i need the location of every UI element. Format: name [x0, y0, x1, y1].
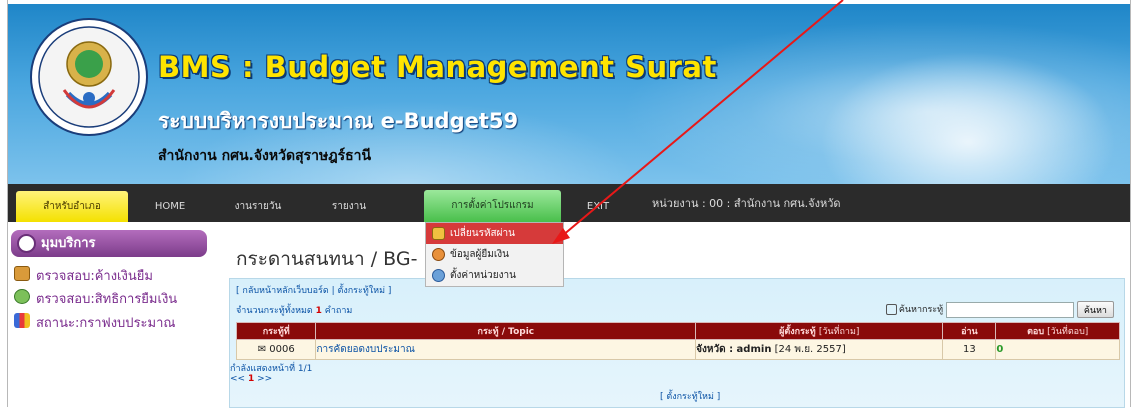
dropdown-borrower-info[interactable]: ข้อมูลผู้ยืมเงิน: [426, 244, 563, 265]
search-button[interactable]: ค้นหา: [1076, 301, 1114, 318]
chart-icon: [14, 313, 30, 328]
gear-icon: [432, 269, 445, 282]
settings-dropdown: เปลี่ยนรหัสผ่าน ข้อมูลผู้ยืมเงิน ตั้งค่า…: [425, 222, 564, 287]
user-icon: [432, 248, 445, 261]
box-icon: [14, 266, 30, 281]
menu-program-settings[interactable]: การตั้งค่าโปรแกรม: [424, 190, 561, 222]
webboard-panel: [ กลับหน้าหลักเว็บบอร์ด | ตั้งกระทู้ใหม่…: [229, 278, 1125, 408]
topic-search: ค้นหากระทู้ ค้นหา: [885, 301, 1114, 318]
menu-exit[interactable]: EXIT: [576, 184, 620, 222]
dropdown-item-label: ข้อมูลผู้ยืมเงิน: [450, 249, 510, 260]
dropdown-item-label: ตั้งค่าหน่วยงาน: [450, 270, 516, 281]
dropdown-item-label: เปลี่ยนรหัสผ่าน: [450, 228, 515, 239]
sidebar-header: มุมบริการ: [11, 230, 207, 257]
envelope-icon: ✉: [257, 344, 267, 355]
col-reads: อ่าน: [942, 322, 997, 340]
sidebar-link-label: ตรวจสอบ:สิทธิการยืมเงิน: [36, 292, 178, 307]
col-topic-no: กระทู้ที่: [235, 322, 317, 340]
office-name: สำนักงาน กศน.จังหวัดสุราษฎร์ธานี: [158, 148, 372, 164]
col-replies: ตอบ [วันที่ตอบ]: [995, 322, 1120, 340]
topic-replies: 0: [995, 339, 1120, 360]
col-topic: กระทู้ / Topic: [315, 322, 697, 340]
pager-current[interactable]: 1: [248, 374, 254, 384]
sidebar-header-label: มุมบริการ: [41, 236, 96, 251]
key-icon: [432, 227, 445, 240]
topics-table: กระทู้ที่ กระทู้ / Topic ผู้ตั้งกระทู้ […: [235, 322, 1120, 360]
sidebar-link-label: สถานะ:กราฟงบประมาณ: [36, 316, 176, 331]
pagination: กำลังแสดงหน้าที่ 1/1 << 1 >>: [230, 364, 312, 384]
site-title: BMS : Budget Management Surat: [158, 50, 717, 84]
agency-seal-logo: [30, 18, 148, 136]
col-author: ผู้ตั้งกระทู้ [วันที่ถาม]: [695, 322, 944, 340]
topic-link[interactable]: การคัดยอดงบประมาณ: [315, 339, 697, 360]
pager-prev[interactable]: <<: [230, 374, 245, 384]
coins-icon: [14, 289, 30, 304]
site-subtitle: ระบบบริหารงบประมาณ e-Budget59: [158, 109, 519, 133]
sidebar-link-outstanding-loans[interactable]: ตรวจสอบ:ค้างเงินยืม: [14, 265, 153, 286]
new-topic-link-bottom[interactable]: [ ตั้งกระทู้ใหม่ ]: [660, 389, 720, 403]
pager-info: กำลังแสดงหน้าที่ 1/1: [230, 364, 313, 374]
header-banner: BMS : Budget Management Surat ระบบบริหาร…: [8, 4, 1130, 184]
menu-home[interactable]: HOME: [140, 184, 200, 222]
main-menu-bar: สำหรับอำเภอ HOME งานรายวัน รายงาน การตั้…: [8, 184, 1130, 222]
topic-reads: 13: [942, 339, 997, 360]
table-row: ✉ 0006 การคัดยอดงบประมาณ จังหวัด : admin…: [235, 339, 1120, 360]
sidebar-link-budget-graph[interactable]: สถานะ:กราฟงบประมาณ: [14, 312, 175, 333]
menu-report[interactable]: รายงาน: [314, 184, 384, 222]
topic-count: จำนวนกระทู้ทั้งหมด 1 คำถาม: [236, 306, 353, 316]
sidebar-link-label: ตรวจสอบ:ค้างเงินยืม: [36, 269, 153, 284]
search-label: ค้นหากระทู้: [898, 305, 944, 315]
topic-no: ✉ 0006: [235, 339, 317, 360]
search-icon: [885, 304, 897, 315]
service-icon: [17, 234, 36, 253]
dropdown-unit-settings[interactable]: ตั้งค่าหน่วยงาน: [426, 265, 563, 286]
menu-district[interactable]: สำหรับอำเภอ: [16, 191, 128, 222]
board-nav-links[interactable]: [ กลับหน้าหลักเว็บบอร์ด | ตั้งกระทู้ใหม่…: [236, 283, 391, 297]
topic-author: จังหวัด : admin [24 พ.ย. 2557]: [695, 339, 944, 360]
sidebar-link-loan-rights[interactable]: ตรวจสอบ:สิทธิการยืมเงิน: [14, 288, 177, 309]
page-frame: BMS : Budget Management Surat ระบบบริหาร…: [7, 0, 1131, 408]
pager-next[interactable]: >>: [257, 374, 272, 384]
search-input[interactable]: [945, 301, 1074, 318]
unit-label: หน่วยงาน : 00 : สำนักงาน กศน.จังหวัด: [652, 197, 841, 210]
dropdown-change-password[interactable]: เปลี่ยนรหัสผ่าน: [426, 223, 563, 244]
page-title: กระดานสนทนา / BG-: [236, 248, 418, 270]
menu-daily-work[interactable]: งานรายวัน: [218, 184, 298, 222]
